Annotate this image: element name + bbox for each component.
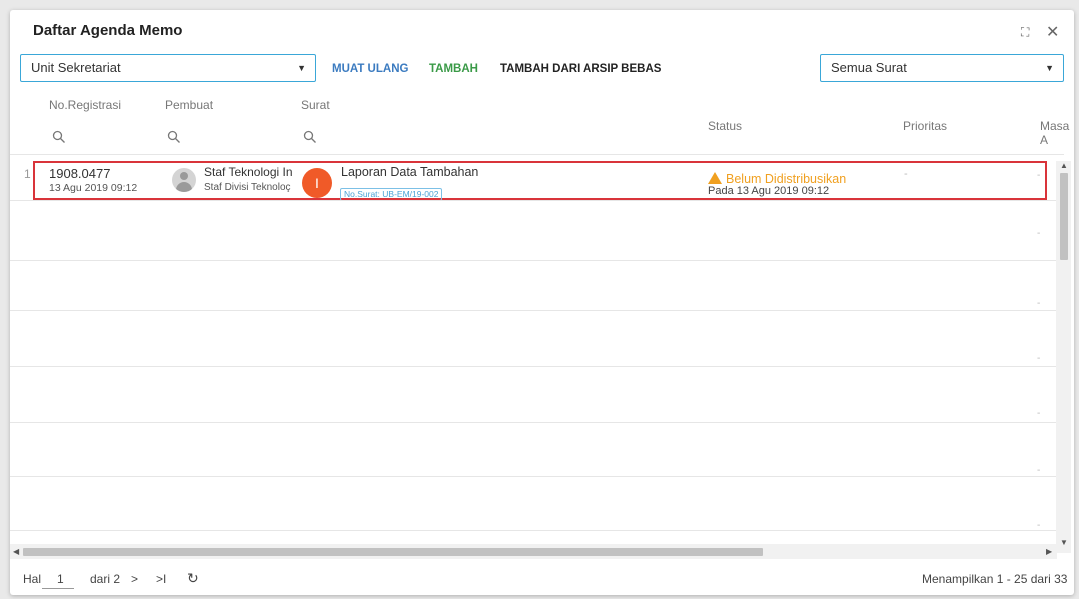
column-header-creator[interactable]: Pembuat bbox=[165, 98, 213, 112]
empty-cell-dash: - bbox=[1037, 520, 1041, 531]
letter-filter-select[interactable]: Semua Surat ▼ bbox=[820, 54, 1064, 82]
empty-cell-dash: - bbox=[1037, 408, 1041, 419]
row-divider bbox=[10, 260, 1064, 261]
refresh-icon[interactable]: ↻ bbox=[187, 570, 199, 587]
letter-filter-value: Semua Surat bbox=[831, 60, 907, 75]
row-divider bbox=[10, 200, 1064, 201]
empty-cell-dash: - bbox=[1037, 228, 1041, 239]
reg-number: 1908.0477 bbox=[49, 166, 111, 181]
maximize-icon[interactable]: ⛶ bbox=[1021, 25, 1029, 40]
unit-select-value: Unit Sekretariat bbox=[31, 60, 121, 75]
letter-title[interactable]: Laporan Data Tambahan bbox=[341, 165, 478, 179]
add-button[interactable]: TAMBAH bbox=[429, 63, 478, 75]
vertical-scrollbar[interactable]: ▲ ▼ bbox=[1056, 161, 1071, 553]
page-label: Hal bbox=[23, 572, 42, 586]
next-page-button[interactable]: > bbox=[131, 572, 138, 586]
row-index: 1 bbox=[24, 167, 31, 181]
column-header-reg[interactable]: No.Registrasi bbox=[49, 98, 121, 112]
horizontal-scroll-thumb[interactable] bbox=[23, 548, 763, 556]
status-badge: Belum Didistribusikan bbox=[708, 171, 846, 186]
horizontal-scrollbar[interactable]: ◀ ▶ bbox=[10, 544, 1057, 559]
add-from-archive-button[interactable]: TAMBAH DARI ARSIP BEBAS bbox=[500, 63, 661, 75]
reload-button[interactable]: MUAT ULANG bbox=[332, 63, 408, 75]
row-divider bbox=[10, 422, 1064, 423]
status-text: Belum Didistribusikan bbox=[726, 172, 847, 186]
scroll-left-icon[interactable]: ◀ bbox=[13, 547, 19, 556]
row-divider bbox=[10, 366, 1064, 367]
avatar bbox=[172, 168, 196, 192]
header-divider bbox=[10, 154, 1064, 155]
reg-date: 13 Agu 2019 09:12 bbox=[49, 182, 138, 194]
page-input[interactable]: 1 bbox=[42, 572, 74, 589]
creator-unit: Staf Divisi Teknoloç bbox=[204, 182, 291, 193]
column-header-priority[interactable]: Prioritas bbox=[903, 119, 947, 133]
letter-initial-badge: I bbox=[302, 168, 332, 198]
vertical-scroll-thumb[interactable] bbox=[1060, 173, 1068, 260]
search-icon[interactable] bbox=[167, 130, 181, 144]
empty-cell-dash: - bbox=[1037, 353, 1041, 364]
search-icon[interactable] bbox=[303, 130, 317, 144]
deadline-value: - bbox=[1037, 170, 1041, 181]
column-header-status[interactable]: Status bbox=[708, 119, 742, 133]
unit-select[interactable]: Unit Sekretariat ▼ bbox=[20, 54, 316, 82]
warning-icon bbox=[708, 172, 722, 184]
window-title: Daftar Agenda Memo bbox=[33, 22, 183, 39]
last-page-button[interactable]: >I bbox=[156, 572, 166, 586]
priority-value: - bbox=[904, 168, 908, 180]
close-icon[interactable]: ✕ bbox=[1046, 22, 1059, 42]
search-icon[interactable] bbox=[52, 130, 66, 144]
column-header-letter[interactable]: Surat bbox=[301, 98, 330, 112]
status-date: Pada 13 Agu 2019 09:12 bbox=[708, 185, 830, 197]
pagination-bar: Hal 1 dari 2 > >I ↻ Menampilkan 1 - 25 d… bbox=[10, 563, 1074, 595]
chevron-down-icon: ▼ bbox=[297, 63, 306, 73]
chevron-down-icon: ▼ bbox=[1045, 63, 1054, 73]
scroll-right-icon[interactable]: ▶ bbox=[1046, 547, 1052, 556]
page-total: dari 2 bbox=[90, 572, 121, 586]
empty-cell-dash: - bbox=[1037, 465, 1041, 476]
creator-name: Staf Teknologi In bbox=[204, 165, 293, 179]
row-divider bbox=[10, 530, 1064, 531]
scroll-up-icon[interactable]: ▲ bbox=[1060, 161, 1068, 170]
row-divider bbox=[10, 476, 1064, 477]
scroll-down-icon[interactable]: ▼ bbox=[1060, 538, 1068, 547]
pagination-summary: Menampilkan 1 - 25 dari 33 bbox=[922, 572, 1068, 586]
column-header-deadline[interactable]: Masa A bbox=[1040, 119, 1074, 147]
agenda-memo-window: Daftar Agenda Memo ⛶ ✕ Unit Sekretariat … bbox=[10, 10, 1074, 595]
row-divider bbox=[10, 310, 1064, 311]
empty-cell-dash: - bbox=[1037, 298, 1041, 309]
